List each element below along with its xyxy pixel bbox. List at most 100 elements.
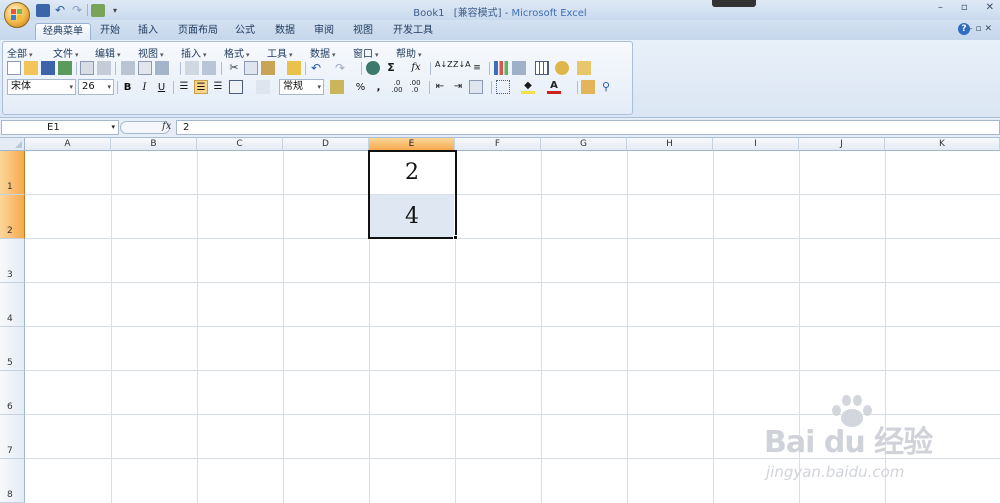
print-preview-icon[interactable] [80,61,94,75]
fill-handle[interactable] [453,235,458,240]
office-button[interactable] [4,2,30,28]
folder-icon[interactable] [577,61,591,75]
research-icon[interactable] [155,61,169,75]
borders-grid-icon[interactable] [535,61,549,75]
align-left-icon[interactable]: ☰ [177,80,191,94]
row-header-8[interactable]: 8 [0,459,25,503]
spelling-icon[interactable] [185,61,199,75]
column-header-k[interactable]: K [885,138,1000,151]
redo-icon[interactable]: ↷ [333,61,347,75]
menu-view[interactable]: 视图 ▾ [138,45,164,60]
tab-page-layout[interactable]: 页面布局 [171,23,225,40]
tab-developer[interactable]: 开发工具 [386,23,440,40]
format-cells-icon[interactable] [581,80,595,94]
chart-icon[interactable] [494,61,508,75]
menu-tools[interactable]: 工具 ▾ [267,45,293,60]
drawing-icon[interactable] [512,61,526,75]
hyperlink-icon[interactable] [366,61,380,75]
sort-ascending-icon[interactable]: A↓Z [435,61,453,75]
align-center-icon[interactable]: ☰ [194,80,208,94]
menu-window[interactable]: 窗口 ▾ [353,45,379,60]
row-header-1[interactable]: 1 [0,151,25,195]
menu-file[interactable]: 文件 ▾ [53,45,79,60]
select-all-button[interactable] [0,138,25,151]
row-header-7[interactable]: 7 [0,415,25,459]
name-box[interactable]: E1 ▾ [1,120,119,135]
insert-function-icon[interactable]: fx [409,61,423,75]
copy-icon[interactable] [244,61,258,75]
format-painter-icon[interactable] [287,61,301,75]
tab-formulas[interactable]: 公式 [228,23,262,40]
decrease-decimal-icon[interactable]: .00.0 [408,80,422,94]
merge-center-icon[interactable] [229,80,243,94]
row-header-5[interactable]: 5 [0,327,25,371]
undo-icon[interactable]: ↶ [309,61,323,75]
column-header-i[interactable]: I [713,138,799,151]
tab-home[interactable]: 开始 [93,23,127,40]
ribbon-window-controls[interactable]: – ▫ ✕ [968,24,992,34]
tab-review[interactable]: 审阅 [307,23,341,40]
research2-icon[interactable] [202,61,216,75]
sort-custom-icon[interactable]: ≡ [470,61,484,75]
close-button[interactable]: ✕ [986,2,994,13]
zoom-icon[interactable]: ⚲ [599,80,613,94]
menu-edit[interactable]: 编辑 ▾ [95,45,121,60]
open-icon[interactable] [24,61,38,75]
borders-icon[interactable] [496,80,510,94]
wrap-text-icon[interactable] [256,80,270,94]
row-header-2[interactable]: 2 [0,195,25,239]
formula-input[interactable]: 2 [176,120,1000,135]
column-header-b[interactable]: B [111,138,197,151]
font-color-icon[interactable]: A [547,80,561,94]
column-header-h[interactable]: H [627,138,713,151]
autosum-icon[interactable]: Σ [384,61,398,75]
paste-icon[interactable] [261,61,275,75]
column-header-j[interactable]: J [799,138,885,151]
menu-format[interactable]: 格式 ▾ [224,45,250,60]
column-header-d[interactable]: D [283,138,369,151]
tab-view[interactable]: 视图 [346,23,380,40]
menu-insert[interactable]: 插入 ▾ [181,45,207,60]
minimize-button[interactable]: – [938,2,943,13]
column-header-a[interactable]: A [25,138,111,151]
align-right-icon[interactable]: ☰ [211,80,225,94]
insert-function-button[interactable]: fx [162,121,171,132]
row-header-3[interactable]: 3 [0,239,25,283]
tab-classic-menu[interactable]: 经典菜单 [35,23,91,40]
menu-help[interactable]: 帮助 ▾ [396,45,422,60]
macro-icon[interactable] [555,61,569,75]
tab-data[interactable]: 数据 [268,23,302,40]
print-icon[interactable] [97,61,111,75]
sort-descending-icon[interactable]: Z↓A [453,61,471,75]
watermark-brand: Bai du 经验 [764,425,933,460]
currency-icon[interactable] [330,80,344,94]
bold-button[interactable]: B [120,80,135,95]
permission-icon[interactable] [58,61,72,75]
column-header-f[interactable]: F [455,138,541,151]
restore-button[interactable]: ▫ [961,2,968,13]
font-name-select[interactable]: 宋体 ▾ [7,79,76,95]
increase-indent-icon[interactable]: ⇥ [451,80,465,94]
menu-data[interactable]: 数据 ▾ [310,45,336,60]
row-header-4[interactable]: 4 [0,283,25,327]
comma-button[interactable]: , [371,80,386,95]
tab-insert[interactable]: 插入 [131,23,165,40]
cut-icon[interactable]: ✂ [227,61,241,75]
decrease-indent-icon[interactable]: ⇤ [433,80,447,94]
underline-button[interactable]: U [154,80,169,95]
new-icon[interactable] [7,61,21,75]
increase-decimal-icon[interactable]: .0.00 [390,80,404,94]
font-size-select[interactable]: 26 ▾ [78,79,114,95]
preview-icon[interactable] [138,61,152,75]
print-alt-icon[interactable] [121,61,135,75]
column-header-g[interactable]: G [541,138,627,151]
row-header-6[interactable]: 6 [0,371,25,415]
save-icon[interactable] [41,61,55,75]
text-direction-icon[interactable] [469,80,483,94]
fill-color-icon[interactable]: ◆ [521,80,535,94]
percent-button[interactable]: % [353,80,368,95]
menu-all[interactable]: 全部 ▾ [7,45,33,60]
number-format-select[interactable]: 常规 ▾ [279,79,324,95]
column-header-c[interactable]: C [197,138,283,151]
italic-button[interactable]: I [137,80,152,95]
